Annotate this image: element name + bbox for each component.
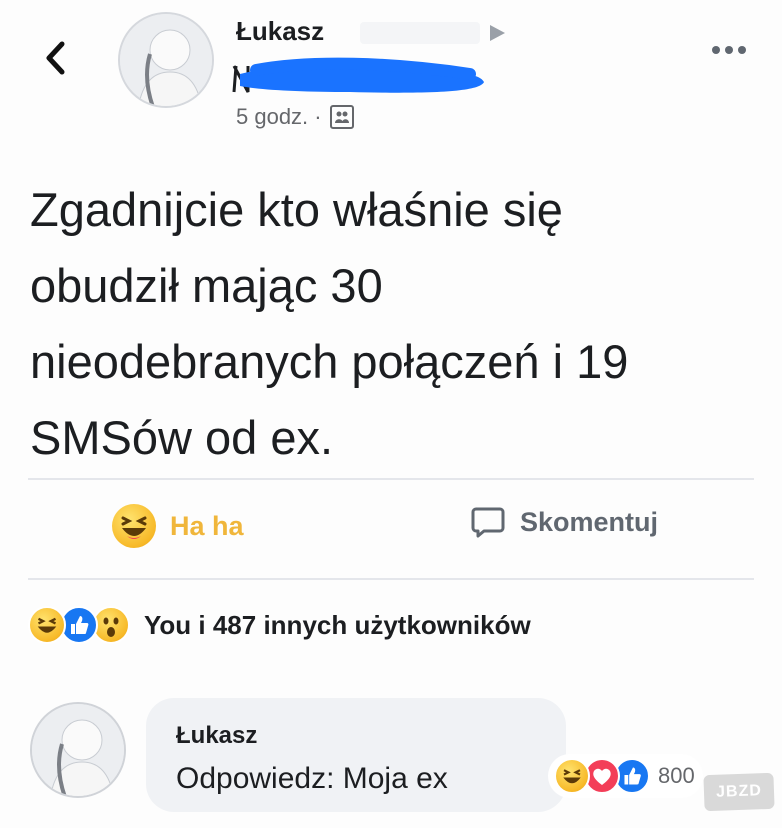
comment-button[interactable]: Skomentuj	[470, 504, 658, 540]
post-time[interactable]: 5 godz. ·	[236, 104, 322, 130]
avatar-silhouette-icon	[120, 14, 212, 106]
comment-text: Odpowiedz: Moja ex	[176, 762, 448, 795]
comment-label: Skomentuj	[520, 506, 659, 537]
haha-icon	[554, 758, 590, 794]
reactions-summary[interactable]: You i 487 innych użytkowników	[28, 606, 531, 644]
back-button[interactable]	[40, 38, 70, 78]
commenter-avatar[interactable]	[30, 702, 126, 798]
name-blur	[360, 22, 480, 44]
reactions-summary-text: You i 487 innych użytkowników	[144, 609, 531, 640]
watermark-logo: JBZD	[703, 772, 775, 812]
divider	[28, 578, 754, 580]
comment-bubble-icon	[471, 507, 505, 538]
haha-icon	[28, 606, 66, 644]
haha-reaction-button[interactable]: Ha ha	[112, 504, 244, 548]
play-arrow-icon	[490, 25, 505, 41]
haha-label: Ha ha	[170, 510, 244, 541]
author-avatar[interactable]	[118, 12, 214, 108]
chevron-left-icon	[46, 41, 65, 75]
post-meta: 5 godz. ·	[236, 104, 354, 130]
avatar-silhouette-icon	[32, 704, 124, 796]
dot-icon	[738, 46, 746, 54]
redaction-scribble	[232, 57, 484, 93]
comment-author[interactable]: Łukasz	[176, 722, 257, 750]
post-text: Zgadnijcie kto właśnie się obudził mając…	[30, 183, 629, 464]
comment-reaction-count: 800	[658, 763, 695, 788]
more-options-button[interactable]	[712, 46, 746, 54]
dot-icon	[725, 46, 733, 54]
haha-icon	[112, 504, 156, 548]
author-name[interactable]: Łukasz	[236, 16, 324, 47]
audience-friends-icon[interactable]	[329, 105, 354, 129]
dot-icon	[712, 46, 720, 54]
divider	[28, 478, 754, 480]
comment-reactions[interactable]: 800	[548, 754, 703, 798]
